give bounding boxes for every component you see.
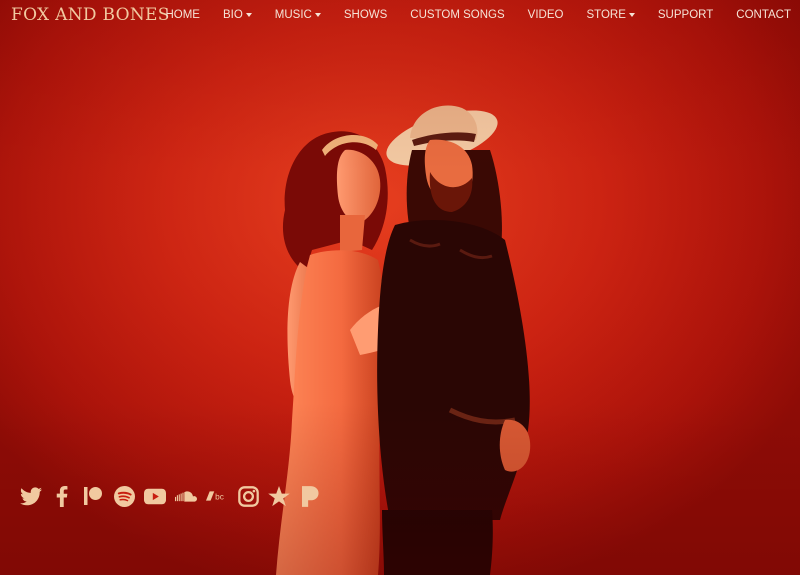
patreon-icon[interactable]: [82, 485, 104, 507]
nav-custom-songs[interactable]: CUSTOM SONGS: [410, 9, 504, 21]
nav-support[interactable]: SUPPORT: [658, 9, 713, 21]
twitter-icon[interactable]: [20, 485, 42, 507]
nav-shows-label: SHOWS: [343, 9, 388, 21]
nav-support-label: SUPPORT: [657, 9, 714, 21]
nav-store-label: STORE: [586, 9, 626, 21]
nav-home-label: HOME: [165, 9, 200, 21]
soundcloud-icon[interactable]: [175, 485, 197, 507]
bandcamp-icon[interactable]: bc: [206, 485, 228, 507]
nav-bio[interactable]: BIO: [223, 9, 252, 21]
nav-video-label: VIDEO: [527, 9, 564, 21]
chevron-down-icon: [314, 13, 321, 17]
main-nav: HOME BIO MUSIC SHOWS CUSTOM SONGS VIDEO …: [142, 9, 791, 21]
nav-store[interactable]: STORE: [586, 9, 635, 21]
nav-bio-label: BIO: [222, 9, 243, 21]
facebook-icon[interactable]: [51, 485, 73, 507]
pandora-icon[interactable]: [299, 485, 321, 507]
instagram-icon[interactable]: [237, 485, 259, 507]
nav-shows[interactable]: SHOWS: [344, 9, 387, 21]
nav-home[interactable]: HOME: [165, 9, 200, 21]
chevron-down-icon: [245, 13, 252, 17]
nav-music-label: MUSIC: [274, 9, 312, 21]
nav-video[interactable]: VIDEO: [528, 9, 564, 21]
nav-music[interactable]: MUSIC: [275, 9, 321, 21]
youtube-icon[interactable]: [144, 485, 166, 507]
social-links: bc: [20, 485, 330, 507]
nav-contact-label: CONTACT: [736, 9, 791, 21]
top-navbar: FOX AND BONES HOME BIO MUSIC SHOWS CUSTO…: [0, 0, 800, 32]
svg-text:bc: bc: [215, 493, 224, 502]
star-icon[interactable]: [268, 485, 290, 507]
nav-contact[interactable]: CONTACT: [736, 9, 791, 21]
spotify-icon[interactable]: [113, 485, 135, 507]
nav-custom-songs-label: CUSTOM SONGS: [410, 9, 505, 21]
chevron-down-icon: [628, 13, 635, 17]
